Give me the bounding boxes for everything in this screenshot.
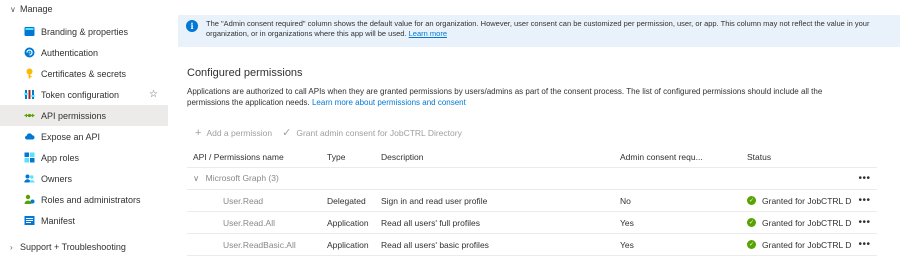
table-row: User.ReadBasic.All Application Read all …: [187, 234, 877, 256]
sidebar-item-label: Owners: [41, 173, 73, 184]
sidebar-item-manifest[interactable]: Manifest: [0, 210, 168, 231]
grant-admin-consent-button[interactable]: ✓ Grant admin consent for JobCTRL Direct…: [282, 126, 462, 139]
table-row: User.Read Delegated Sign in and read use…: [187, 190, 877, 212]
sidebar: ∨ Manage Branding & properties Authentic…: [0, 0, 168, 266]
description-text: Applications are authorized to call APIs…: [187, 87, 823, 107]
add-permission-label: Add a permission: [206, 127, 273, 138]
granted-check-icon: ✓: [747, 218, 756, 227]
table-header: API / Permissions name Type Description …: [187, 146, 877, 168]
sidebar-item-owners[interactable]: Owners: [0, 168, 168, 189]
status-cell: ✓ Granted for JobCTRL Dir...: [747, 196, 852, 206]
sidebar-item-label: Certificates & secrets: [41, 68, 127, 79]
table-group-row[interactable]: ∨ Microsoft Graph (3) •••: [187, 168, 877, 190]
column-header-status[interactable]: Status: [747, 152, 852, 162]
sidebar-group-manage[interactable]: ∨ Manage: [0, 1, 168, 17]
sidebar-item-label: Token configuration: [41, 89, 120, 100]
grant-consent-label: Grant admin consent for JobCTRL Director…: [296, 127, 462, 138]
checkmark-icon: ✓: [282, 127, 292, 139]
section-description: Applications are authorized to call APIs…: [187, 86, 867, 108]
info-icon: i: [186, 20, 198, 32]
granted-check-icon: ✓: [747, 240, 756, 249]
more-options-icon[interactable]: •••: [852, 173, 877, 184]
permission-type: Delegated: [327, 195, 366, 206]
manifest-icon: [24, 215, 35, 226]
sidebar-item-token-configuration[interactable]: Token configuration ☆: [0, 84, 168, 105]
banner-learn-more-link[interactable]: Learn more: [409, 29, 447, 38]
permission-description: Sign in and read user profile: [381, 195, 488, 206]
banner-text-container: The "Admin consent required" column show…: [206, 19, 900, 47]
branding-icon: [24, 26, 35, 37]
column-header-description[interactable]: Description: [381, 152, 620, 162]
key-icon: [24, 68, 35, 79]
owners-icon: [24, 173, 35, 184]
sidebar-group-label: Manage: [20, 4, 53, 14]
sidebar-item-api-permissions[interactable]: API permissions: [0, 105, 168, 126]
sidebar-item-label: Manifest: [41, 215, 76, 226]
admin-consent-value: Yes: [620, 217, 634, 228]
group-cell: ∨ Microsoft Graph (3): [187, 173, 327, 184]
permission-name-link[interactable]: User.Read.All: [187, 218, 327, 228]
sidebar-item-authentication[interactable]: Authentication: [0, 42, 168, 63]
chevron-right-icon: ›: [10, 242, 13, 252]
sidebar-group-support[interactable]: › Support + Troubleshooting: [0, 239, 126, 255]
more-options-icon[interactable]: •••: [852, 239, 877, 250]
roles-admin-icon: [24, 194, 35, 205]
banner-text: The "Admin consent required" column show…: [206, 19, 870, 38]
status-cell: ✓ Granted for JobCTRL Dir...: [747, 240, 852, 250]
group-label: Microsoft Graph (3): [205, 173, 279, 183]
permission-name-link[interactable]: User.ReadBasic.All: [187, 240, 327, 250]
sidebar-item-app-roles[interactable]: App roles: [0, 147, 168, 168]
sidebar-item-label: API permissions: [41, 110, 107, 121]
cloud-icon: [24, 131, 35, 142]
more-options-icon[interactable]: •••: [852, 195, 877, 206]
admin-consent-value: Yes: [620, 239, 634, 250]
sidebar-item-label: Branding & properties: [41, 26, 129, 37]
command-bar: + Add a permission ✓ Grant admin consent…: [195, 126, 472, 140]
status-text: Granted for JobCTRL Dir...: [762, 239, 852, 250]
column-header-type[interactable]: Type: [327, 152, 381, 162]
app-roles-icon: [24, 152, 35, 163]
info-banner: i The "Admin consent required" column sh…: [178, 15, 900, 47]
permission-name-link[interactable]: User.Read: [187, 196, 327, 206]
authentication-icon: [24, 47, 35, 58]
granted-check-icon: ✓: [747, 196, 756, 205]
sidebar-item-expose-api[interactable]: Expose an API: [0, 126, 168, 147]
more-options-icon[interactable]: •••: [852, 217, 877, 228]
permission-type: Application: [327, 239, 369, 250]
section-title: Configured permissions: [187, 67, 303, 79]
permissions-table: API / Permissions name Type Description …: [187, 146, 877, 256]
column-header-name[interactable]: API / Permissions name: [187, 152, 327, 162]
sidebar-item-branding[interactable]: Branding & properties: [0, 21, 168, 42]
api-arrows-icon: [24, 110, 35, 121]
status-text: Granted for JobCTRL Dir...: [762, 195, 852, 206]
chevron-down-icon[interactable]: ∨: [193, 173, 199, 183]
plus-icon: +: [195, 126, 202, 139]
column-header-admin-consent[interactable]: Admin consent requ...: [620, 152, 747, 162]
status-cell: ✓ Granted for JobCTRL Dir...: [747, 218, 852, 228]
sidebar-item-certificates[interactable]: Certificates & secrets: [0, 63, 168, 84]
sidebar-item-label: App roles: [41, 152, 80, 163]
table-row: User.Read.All Application Read all users…: [187, 212, 877, 234]
permission-description: Read all users' basic profiles: [381, 239, 489, 250]
chevron-down-icon: ∨: [10, 4, 16, 14]
permission-type: Application: [327, 217, 369, 228]
add-permission-button[interactable]: + Add a permission: [195, 127, 272, 139]
sidebar-group-label: Support + Troubleshooting: [20, 242, 126, 252]
sidebar-item-label: Roles and administrators: [41, 194, 141, 205]
star-icon[interactable]: ☆: [149, 89, 158, 100]
status-text: Granted for JobCTRL Dir...: [762, 217, 852, 228]
sidebar-item-label: Expose an API: [41, 131, 101, 142]
admin-consent-value: No: [620, 195, 631, 206]
main-content: i The "Admin consent required" column sh…: [178, 0, 900, 266]
permission-description: Read all users' full profiles: [381, 217, 480, 228]
sidebar-item-roles-admins[interactable]: Roles and administrators: [0, 189, 168, 210]
permissions-learn-more-link[interactable]: Learn more about permissions and consent: [312, 98, 466, 107]
token-bars-icon: [24, 89, 35, 100]
sidebar-item-label: Authentication: [41, 47, 99, 58]
